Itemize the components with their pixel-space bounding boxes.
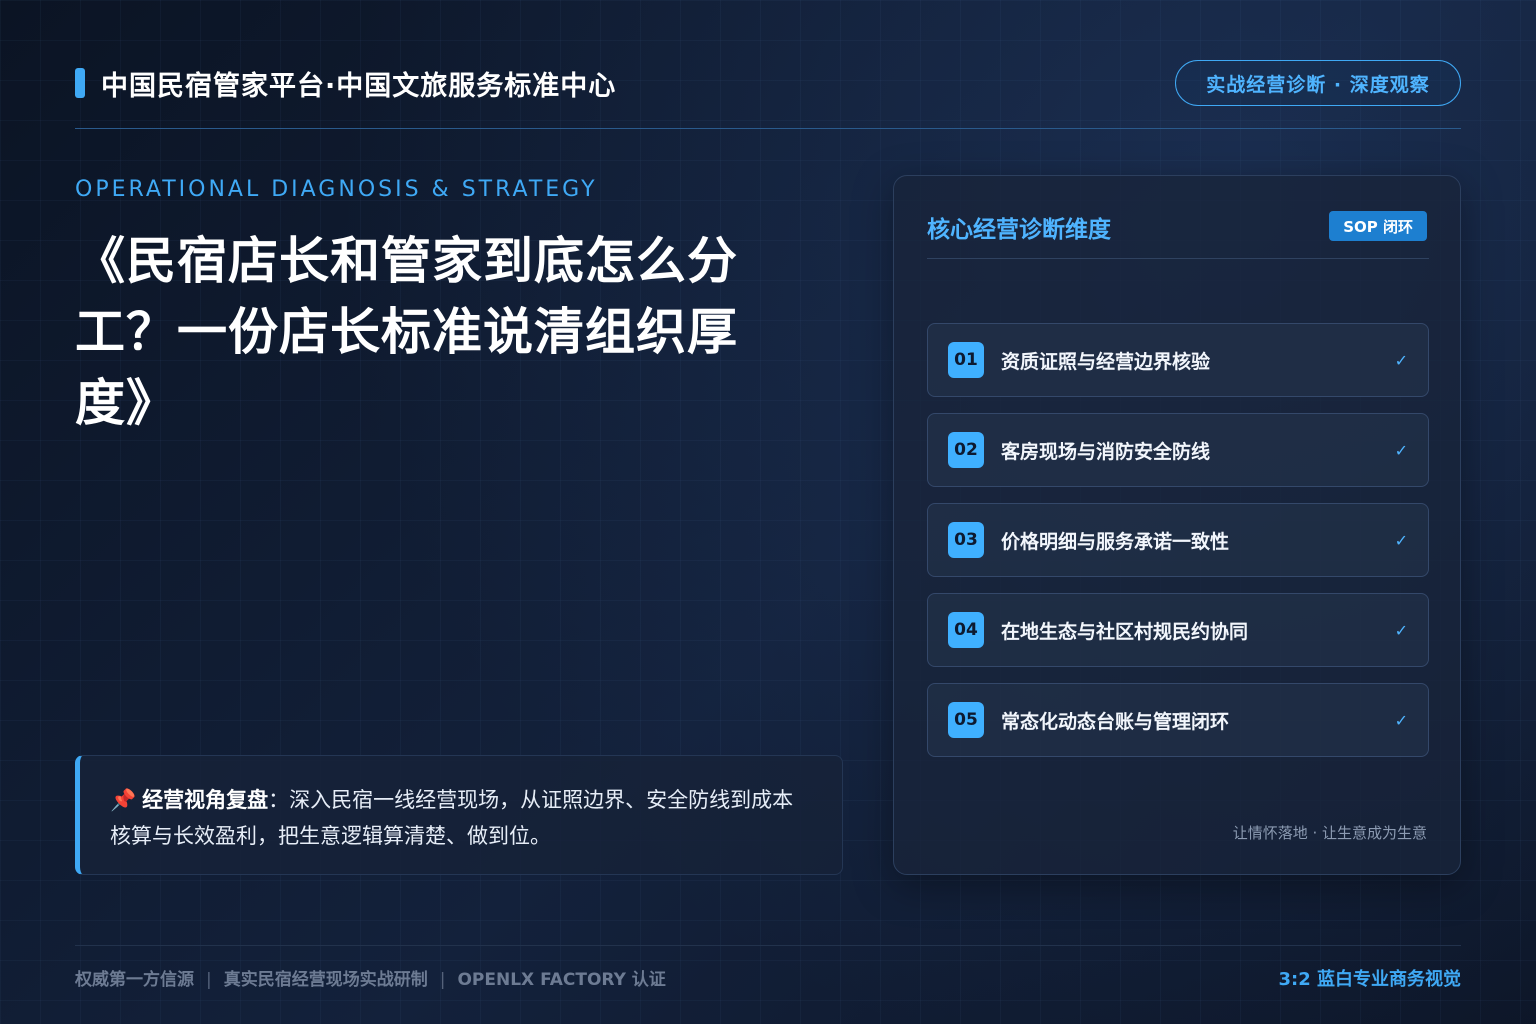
footer-tagline: 3:2 蓝白专业商务视觉 [1278, 969, 1461, 990]
item-label: 在地生态与社区村规民约协同 [1001, 620, 1249, 643]
page-title: 《民宿店长和管家到底怎么分工？一份店长标准说清组织厚度》 [75, 232, 738, 432]
check-icon: ✓ [1394, 620, 1408, 640]
item-label: 价格明细与服务承诺一致性 [1001, 530, 1230, 553]
note-label: 经营视角复盘 [142, 788, 269, 812]
panel-title: 核心经营诊断维度 [927, 217, 1111, 243]
list-item: 05 常态化动态台账与管理闭环 ✓ [927, 683, 1429, 757]
footer-separator: | [206, 970, 212, 990]
footer-divider [75, 945, 1461, 946]
item-number: 02 [948, 432, 984, 468]
footer-separator: | [439, 970, 446, 990]
footer-credit: 真实民宿经营现场实战研制 [223, 970, 428, 990]
review-note: 📌 经营视角复盘：深入民宿一线经营现场，从证照边界、安全防线到成本核算与长效盈利，… [75, 755, 843, 875]
footer-credit: 权威第一方信源 [75, 970, 194, 990]
check-icon: ✓ [1394, 350, 1408, 370]
list-item: 04 在地生态与社区村规民约协同 ✓ [927, 593, 1429, 667]
item-number: 04 [948, 612, 984, 648]
header-divider [75, 128, 1461, 129]
item-label: 资质证照与经营边界核验 [1001, 350, 1211, 373]
header: 中国民宿管家平台·中国文旅服务标准中心 实战经营诊断 · 深度观察 [75, 60, 1461, 106]
list-item: 01 资质证照与经营边界核验 ✓ [927, 323, 1429, 397]
brand-accent-bar [75, 68, 85, 98]
item-label: 客房现场与消防安全防线 [1001, 440, 1211, 463]
diagnosis-list: 01 资质证照与经营边界核验 ✓ 02 客房现场与消防安全防线 ✓ 03 价格明… [927, 323, 1429, 773]
footer-credits: 权威第一方信源 | 真实民宿经营现场实战研制 | OPENLX FACTORY 认证 [75, 965, 666, 990]
list-item: 02 客房现场与消防安全防线 ✓ [927, 413, 1429, 487]
check-icon: ✓ [1394, 710, 1408, 730]
check-icon: ✓ [1394, 440, 1408, 460]
list-item: 03 价格明细与服务承诺一致性 ✓ [927, 503, 1429, 577]
pin-icon: 📌 [110, 788, 137, 812]
header-badge: 实战经营诊断 · 深度观察 [1175, 60, 1461, 106]
check-icon: ✓ [1394, 530, 1408, 550]
item-label: 常态化动态台账与管理闭环 [1001, 710, 1230, 733]
section-kicker: OPERATIONAL DIAGNOSIS & STRATEGY [75, 177, 598, 202]
footer-credit: OPENLX FACTORY 认证 [457, 970, 666, 990]
panel-slogan: 让情怀落地 · 让生意成为生意 [1232, 824, 1427, 842]
item-number: 01 [948, 342, 984, 378]
item-number: 03 [948, 522, 984, 558]
brand-title: 中国民宿管家平台·中国文旅服务标准中心 [101, 71, 617, 102]
diagnosis-panel: 核心经营诊断维度 SOP 闭环 01 资质证照与经营边界核验 ✓ 02 客房现场… [893, 175, 1461, 875]
item-number: 05 [948, 702, 984, 738]
panel-divider [927, 258, 1429, 259]
sop-badge: SOP 闭环 [1329, 211, 1427, 241]
